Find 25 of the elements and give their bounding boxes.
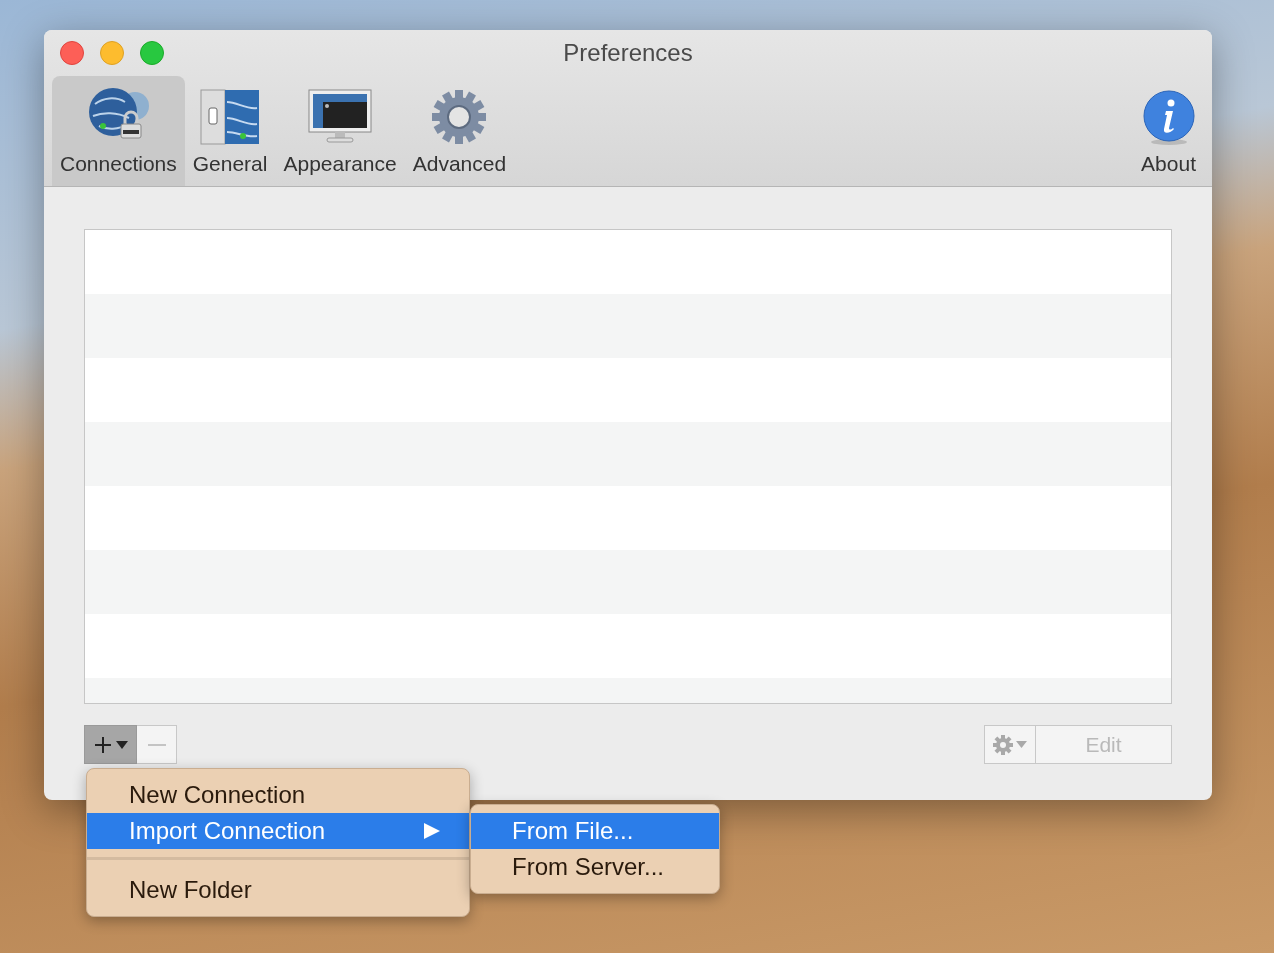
info-icon <box>1141 90 1196 146</box>
monitor-icon <box>307 88 374 146</box>
minus-icon <box>147 742 166 747</box>
minimize-button[interactable] <box>100 40 124 65</box>
toolbar-tab[interactable]: Connections <box>52 76 185 186</box>
caret-icon <box>115 740 128 749</box>
toolbar-tab[interactable]: Advanced <box>404 76 515 186</box>
menu-item[interactable]: From File... <box>471 813 719 849</box>
menu-item[interactable]: Import Connection <box>87 813 469 849</box>
window-title: Preferences <box>563 38 693 66</box>
close-button[interactable] <box>60 40 84 65</box>
plus-icon <box>93 735 112 754</box>
zoom-button[interactable] <box>140 40 164 65</box>
menu-item[interactable]: New Connection <box>87 777 469 813</box>
add-button[interactable] <box>84 725 137 764</box>
toolbar-tab[interactable]: General <box>184 76 276 186</box>
toolbar-tab[interactable]: Appearance <box>275 76 405 186</box>
gear-icon <box>993 734 1013 755</box>
gear-icon <box>430 88 489 146</box>
switch-panel-icon <box>199 88 262 146</box>
caret-icon <box>1016 741 1027 748</box>
menu-item[interactable]: From Server... <box>471 849 719 885</box>
menu-item[interactable]: New Folder <box>87 872 469 908</box>
toolbar-tab[interactable]: About <box>1133 76 1204 186</box>
submenu-arrow-icon <box>423 822 441 840</box>
